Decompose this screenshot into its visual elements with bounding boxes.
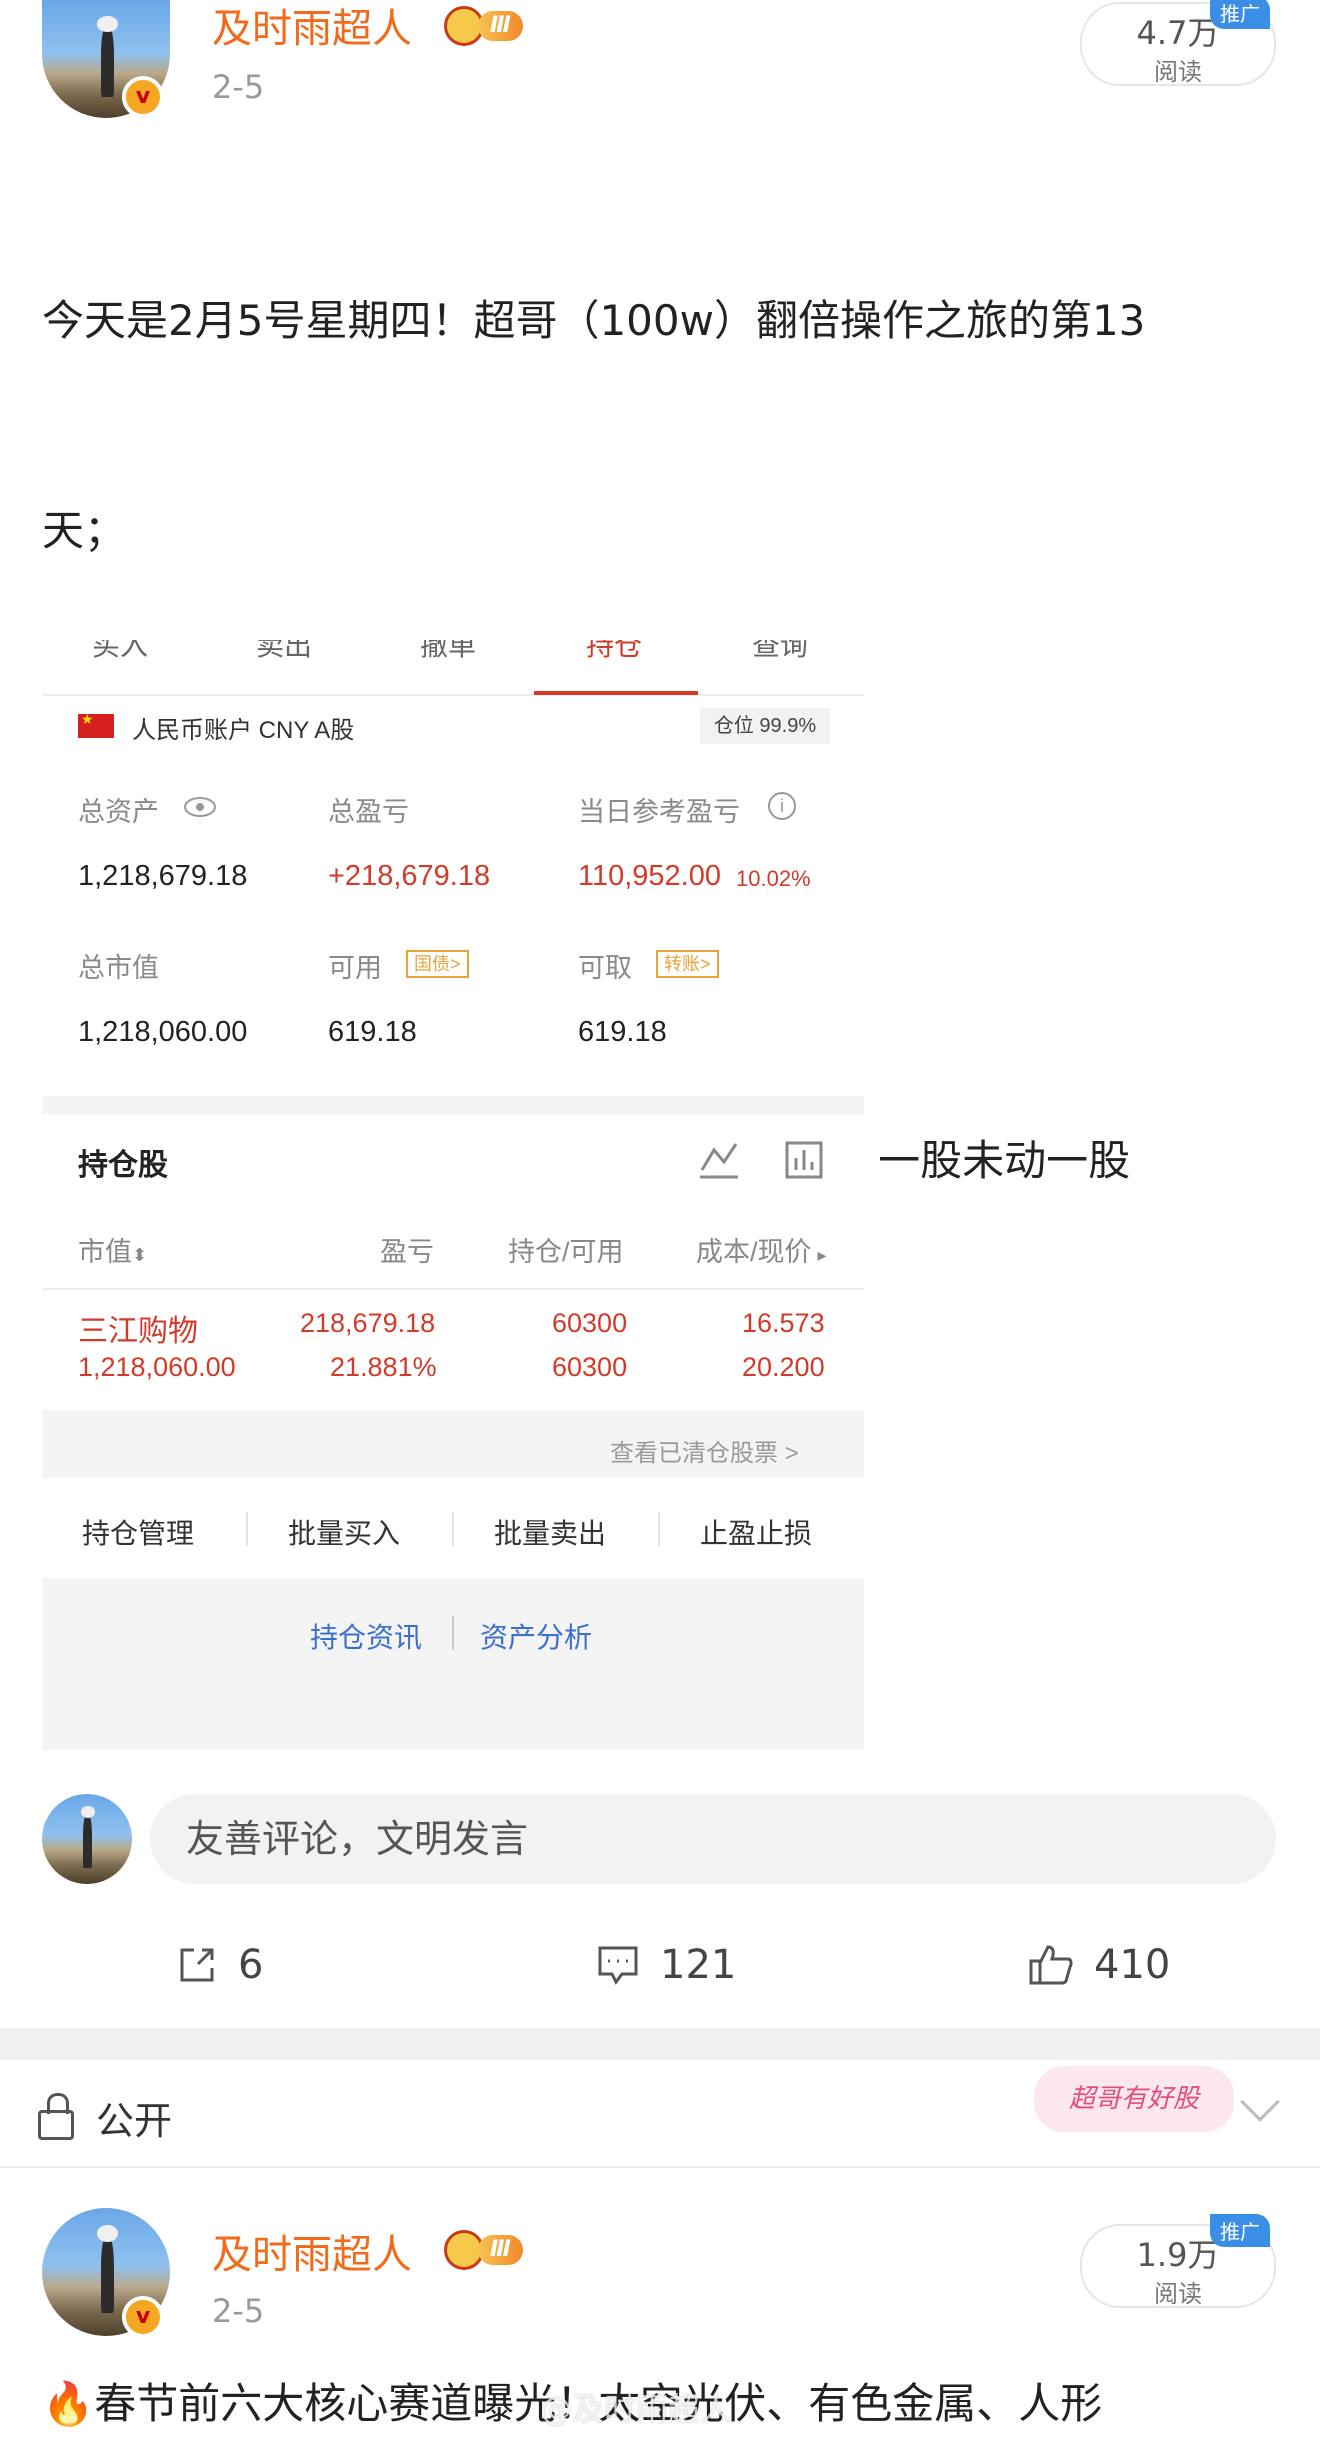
col-pnl: 盈亏 (380, 1237, 434, 1267)
links-band (42, 1578, 864, 1750)
like-count: 410 (1094, 1942, 1171, 1988)
holdings-title: 持仓股 (78, 1149, 168, 1182)
available-value: 619.18 (328, 1016, 417, 1048)
stock-pnl: 218,679.18 (300, 1308, 436, 1338)
china-flag-icon (78, 711, 114, 738)
chevron-down-icon[interactable] (1240, 2082, 1280, 2122)
avatar-figure (97, 16, 118, 97)
share-button[interactable]: 6 (176, 1942, 263, 1988)
level-pill: Ⅲ (478, 11, 523, 41)
level-badge: Ⅲ (444, 2230, 523, 2270)
stock-position: 60300 (552, 1308, 628, 1338)
read-label: 阅读 (1154, 58, 1202, 86)
col-market-value[interactable]: 市值⬍ (78, 1230, 147, 1269)
author-name[interactable]: 及时雨超人 (212, 0, 412, 54)
withdrawable-label: 可取 (578, 953, 632, 983)
withdrawable-value: 619.18 (578, 1016, 667, 1048)
sort-icon[interactable]: ⬍ (132, 1245, 147, 1265)
info-icon[interactable]: i (768, 792, 796, 820)
position-ratio: 仓位 99.9% (700, 708, 830, 744)
verified-badge-icon: v (122, 76, 164, 118)
thumbs-up-icon (1029, 1945, 1073, 1985)
like-button[interactable]: 410 (1028, 1942, 1170, 1988)
action-manage[interactable]: 持仓管理 (82, 1512, 194, 1552)
transfer-tag[interactable]: 转账> (656, 950, 719, 978)
watermark: @及时雨超人 (540, 2390, 733, 2428)
market-value: 1,218,060.00 (78, 1016, 248, 1048)
avatar-figure (97, 2225, 118, 2313)
holdings-screenshot[interactable]: 买入 卖出 撤单 持仓 查询 人民币账户 CNY A股 仓位 99.9% 总资产… (42, 640, 864, 1750)
read-label: 阅读 (1154, 2280, 1202, 2308)
total-assets-value: 1,218,679.18 (78, 860, 248, 892)
eye-icon[interactable] (184, 797, 216, 817)
col-position: 持仓/可用 (508, 1237, 624, 1267)
stock-name: 三江购物 (78, 1315, 198, 1348)
stock-pnl-percent: 21.881% (330, 1352, 437, 1382)
share-count: 6 (238, 1942, 264, 1988)
tab-query[interactable]: 查询 (752, 640, 808, 664)
avatar-figure (80, 1806, 96, 1868)
unlock-icon (38, 2092, 74, 2140)
post-line: 天； (42, 506, 127, 555)
chevron-right-icon: ▸ (817, 1245, 827, 1265)
comment-input[interactable]: 友善评论，文明发言 (150, 1794, 1276, 1884)
author-name[interactable]: 及时雨超人 (212, 2222, 412, 2280)
comment-icon (598, 1946, 638, 1985)
stock-price: 20.200 (742, 1352, 825, 1382)
comment-count: 121 (660, 1942, 737, 1988)
total-pnl-label: 总盈亏 (328, 797, 409, 827)
available-label: 可用 (328, 953, 382, 983)
action-divider (452, 1512, 454, 1546)
link-divider (452, 1616, 454, 1650)
market-value-label: 总市值 (78, 953, 159, 983)
tab-buy[interactable]: 买入 (92, 640, 148, 664)
asset-analysis-link[interactable]: 资产分析 (480, 1616, 592, 1656)
promoted-tag: 推广 (1210, 0, 1270, 29)
post-date: 2-5 (212, 2292, 265, 2330)
action-batch-buy[interactable]: 批量买入 (288, 1512, 400, 1552)
stock-cost: 16.573 (742, 1308, 825, 1338)
header-divider (42, 1288, 864, 1290)
daily-pnl-label: 当日参考盈亏 (578, 797, 740, 827)
fire-icon: 🔥 (42, 2379, 95, 2428)
divider (0, 2166, 1320, 2168)
active-tab-indicator (534, 691, 698, 695)
post-date: 2-5 (212, 68, 265, 106)
stock-available: 60300 (552, 1352, 628, 1382)
trend-chart-icon[interactable] (698, 1140, 740, 1180)
action-take-profit[interactable]: 止盈止损 (700, 1512, 812, 1552)
my-avatar[interactable] (42, 1794, 132, 1884)
promoted-tag: 推广 (1210, 2214, 1270, 2247)
action-divider (658, 1512, 660, 1546)
tab-holdings[interactable]: 持仓 (586, 640, 642, 664)
holdings-news-link[interactable]: 持仓资讯 (310, 1616, 422, 1656)
level-badge: Ⅲ (444, 6, 523, 46)
stock-market-value: 1,218,060.00 (78, 1352, 236, 1382)
post-line: 今天是2月5号星期四！超哥（100w）翻倍操作之旅的第13 (42, 296, 1146, 345)
daily-pnl-percent: 10.02% (736, 866, 811, 891)
treasury-tag[interactable]: 国债> (406, 950, 469, 978)
channel-sticker[interactable]: 超哥有好股 (1034, 2066, 1234, 2132)
total-assets-label: 总资产 (78, 797, 159, 827)
view-cleared-link[interactable]: 查看已清仓股票 > (610, 1433, 799, 1468)
level-pill: Ⅲ (478, 2235, 523, 2265)
verified-badge-icon: v (122, 2296, 164, 2338)
account-label: 人民币账户 CNY A股 (132, 717, 355, 744)
tab-sell[interactable]: 卖出 (256, 640, 312, 664)
trade-tabs: 买入 卖出 撤单 持仓 查询 (42, 640, 864, 696)
post-separator (0, 2028, 1320, 2060)
action-divider (246, 1512, 248, 1546)
section-divider (42, 1096, 864, 1114)
visibility-label: 公开 (96, 2099, 173, 2143)
daily-pnl-value: 110,952.00 (578, 860, 721, 892)
col-cost-price[interactable]: 成本/现价 ▸ (696, 1230, 827, 1269)
total-pnl-value: +218,679.18 (328, 860, 491, 892)
action-batch-sell[interactable]: 批量卖出 (494, 1512, 606, 1552)
tab-cancel[interactable]: 撤单 (420, 640, 476, 664)
bar-chart-icon[interactable] (784, 1140, 824, 1180)
share-icon (180, 1948, 214, 1982)
comment-button[interactable]: 121 (596, 1942, 736, 1988)
visibility-indicator: 公开 (38, 2090, 172, 2145)
